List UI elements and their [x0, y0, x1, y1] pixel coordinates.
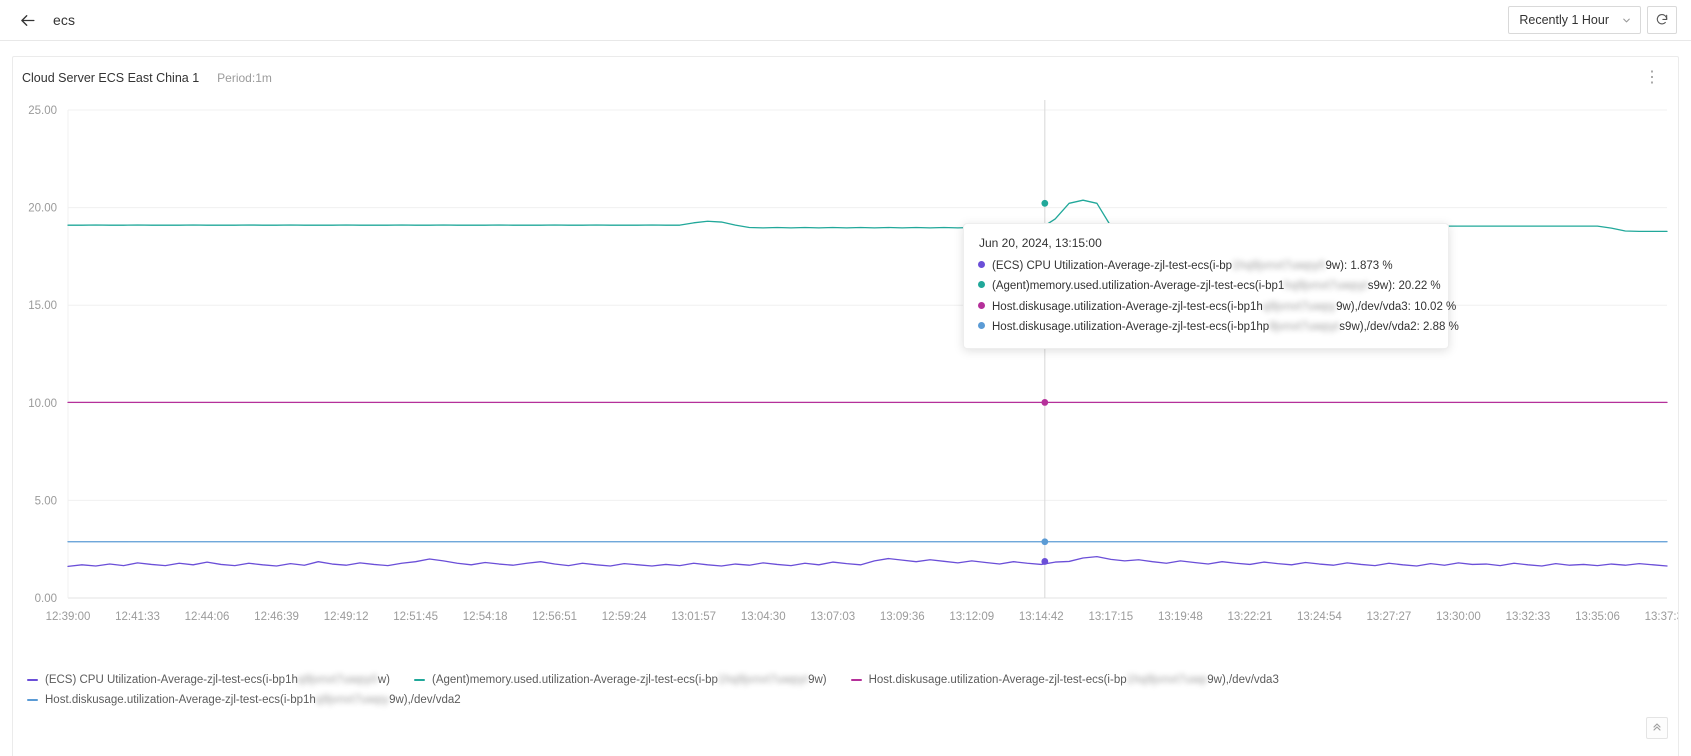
tooltip-rows: (ECS) CPU Utilization-Average-zjl-test-e…	[978, 259, 1459, 335]
time-range-select[interactable]: Recently 1 Hour	[1508, 6, 1641, 34]
metric-card: Cloud Server ECS East China 1 Period:1m …	[12, 56, 1679, 756]
refresh-button[interactable]	[1647, 6, 1677, 34]
tooltip-row: (ECS) CPU Utilization-Average-zjl-test-e…	[978, 259, 1434, 273]
x-axis-tick-label: 13:30:00	[1436, 611, 1481, 623]
masked-instance-id: 1hq9jvnvt7uwp	[1126, 674, 1208, 686]
cursor-point	[1041, 538, 1049, 546]
line-chart[interactable]: 0.00 5.00 10.00 15.00 20.00 25.00 12:39:00 12:4…	[13, 98, 1678, 668]
x-axis-tick-label: 13:32:33	[1506, 611, 1551, 623]
y-axis-tick-label: 25.00	[28, 105, 57, 117]
y-axis-tick-label: 5.00	[35, 495, 57, 507]
masked-instance-id: q9jvnvt7uwpy	[315, 694, 390, 706]
legend-item[interactable]: Host.diskusage.utilization-Average-zjl-t…	[850, 674, 1279, 686]
series-line	[67, 555, 1668, 568]
x-axis-tick-label: 12:59:24	[602, 611, 647, 623]
masked-instance-id: hq9jvnvt7uwpyt	[1284, 280, 1368, 293]
cursor-point	[1041, 199, 1049, 207]
x-axis-tick-label: 13:22:21	[1227, 611, 1272, 623]
series-color-dot	[978, 261, 985, 268]
legend-item-label: (Agent)memory.used.utilization-Average-z…	[432, 674, 827, 686]
masked-instance-id: q9jvnvt7uwpy0	[297, 674, 378, 686]
legend-color-dash	[27, 679, 38, 681]
x-axis-tick-label: 13:19:48	[1158, 611, 1203, 623]
chart-tooltip: Jun 20, 2024, 13:15:00 (ECS) CPU Utiliza…	[963, 223, 1459, 349]
tooltip-row-label: (ECS) CPU Utilization-Average-zjl-test-e…	[992, 260, 1393, 272]
x-axis-tick-label: 13:35:06	[1575, 611, 1620, 623]
time-range-value: Recently 1 Hour	[1519, 13, 1609, 27]
x-axis-tick-label: 13:27:27	[1367, 611, 1412, 623]
more-vertical-icon[interactable]: ⋮	[1642, 69, 1662, 86]
tooltip-row: Host.diskusage.utilization-Average-zjl-t…	[978, 300, 1456, 314]
x-axis-tick-label: 13:07:03	[810, 611, 855, 623]
tooltip-row: Host.diskusage.utilization-Average-zjl-t…	[978, 320, 1459, 334]
tooltip-row-label: Host.diskusage.utilization-Average-zjl-t…	[992, 321, 1459, 334]
double-chevron-up-icon	[1653, 723, 1661, 731]
x-axis-tick-label: 12:56:51	[532, 611, 577, 623]
tooltip-timestamp: Jun 20, 2024, 13:15:00	[979, 236, 1102, 250]
x-axis-tick-label: 13:24:54	[1297, 611, 1342, 623]
chart-legend: (ECS) CPU Utilization-Average-zjl-test-e…	[13, 668, 1593, 706]
card-period: Period:1m	[217, 70, 272, 85]
series-color-dot	[978, 281, 985, 289]
arrow-left-icon	[20, 14, 35, 26]
legend-item-label: Host.diskusage.utilization-Average-zjl-t…	[868, 674, 1279, 686]
x-axis-tick-label: 12:39:00	[46, 611, 91, 623]
tooltip-row-label: (Agent)memory.used.utilization-Average-z…	[992, 280, 1441, 293]
x-axis-tick-label: 12:51:45	[393, 611, 438, 623]
x-axis-tick-label: 13:01:57	[671, 611, 716, 623]
card-title: Cloud Server ECS East China 1	[22, 70, 200, 85]
y-axis-tick-label: 20.00	[28, 203, 57, 215]
top-bar-actions: Recently 1 Hour	[1508, 6, 1677, 34]
y-axis-tick-label: 10.00	[28, 398, 57, 410]
collapse-legend-button[interactable]	[1646, 717, 1668, 739]
legend-item[interactable]: (ECS) CPU Utilization-Average-zjl-test-e…	[27, 674, 390, 686]
x-axis-tick-label: 13:12:09	[949, 611, 994, 623]
legend-color-dash	[27, 699, 38, 701]
masked-instance-id: 9jvnvt7uwpyt	[1269, 321, 1340, 334]
x-axis-tick-label: 13:04:30	[741, 611, 786, 623]
y-axis-tick-label: 15.00	[28, 300, 57, 312]
legend-item-label: (ECS) CPU Utilization-Average-zjl-test-e…	[45, 674, 390, 686]
page-title: ecs	[53, 12, 76, 28]
x-axis-tick-label: 13:09:36	[880, 611, 925, 623]
back-button[interactable]	[14, 7, 40, 33]
legend-item[interactable]: (Agent)memory.used.utilization-Average-z…	[414, 674, 827, 686]
tooltip-row: (Agent)memory.used.utilization-Average-z…	[978, 279, 1441, 293]
series-color-dot	[978, 301, 985, 309]
series-color-dot	[978, 322, 985, 330]
masked-instance-id: 1hq9jvnvt7uwpyt	[717, 674, 809, 686]
top-bar: ecs Recently 1 Hour	[0, 0, 1691, 41]
masked-instance-id: q9jvnvt7uwpy	[1262, 300, 1337, 313]
x-axis-tick-label: 12:44:06	[185, 611, 230, 623]
tooltip-row-label: Host.diskusage.utilization-Average-zjl-t…	[992, 300, 1457, 313]
x-axis-tick-label: 12:46:39	[254, 611, 299, 623]
legend-item-label: Host.diskusage.utilization-Average-zjl-t…	[45, 694, 461, 706]
x-axis-tick-label: 13:17:15	[1088, 611, 1133, 623]
refresh-icon	[1656, 14, 1668, 25]
cursor-point	[1041, 558, 1049, 565]
legend-color-dash	[414, 679, 425, 681]
chevron-down-icon	[1621, 15, 1632, 26]
x-axis-tick-label: 12:49:12	[324, 611, 369, 623]
x-axis-tick-label: 13:37:39	[1645, 611, 1678, 623]
legend-color-dash	[850, 679, 862, 681]
y-axis-tick-label: 0.00	[35, 593, 57, 605]
x-axis-tick-label: 12:41:33	[115, 611, 160, 623]
card-header: Cloud Server ECS East China 1 Period:1m …	[13, 57, 1678, 98]
x-axis-tick-label: 12:54:18	[463, 611, 508, 623]
x-axis-tick-label: 13:14:42	[1019, 611, 1064, 623]
cursor-point	[1041, 399, 1049, 406]
masked-instance-id: 1hq9jvnvt7uwpy0	[1232, 260, 1326, 272]
legend-item[interactable]: Host.diskusage.utilization-Average-zjl-t…	[27, 694, 461, 706]
chart-area: 0.00 5.00 10.00 15.00 20.00 25.00 12:39:00 12:4…	[13, 98, 1678, 668]
